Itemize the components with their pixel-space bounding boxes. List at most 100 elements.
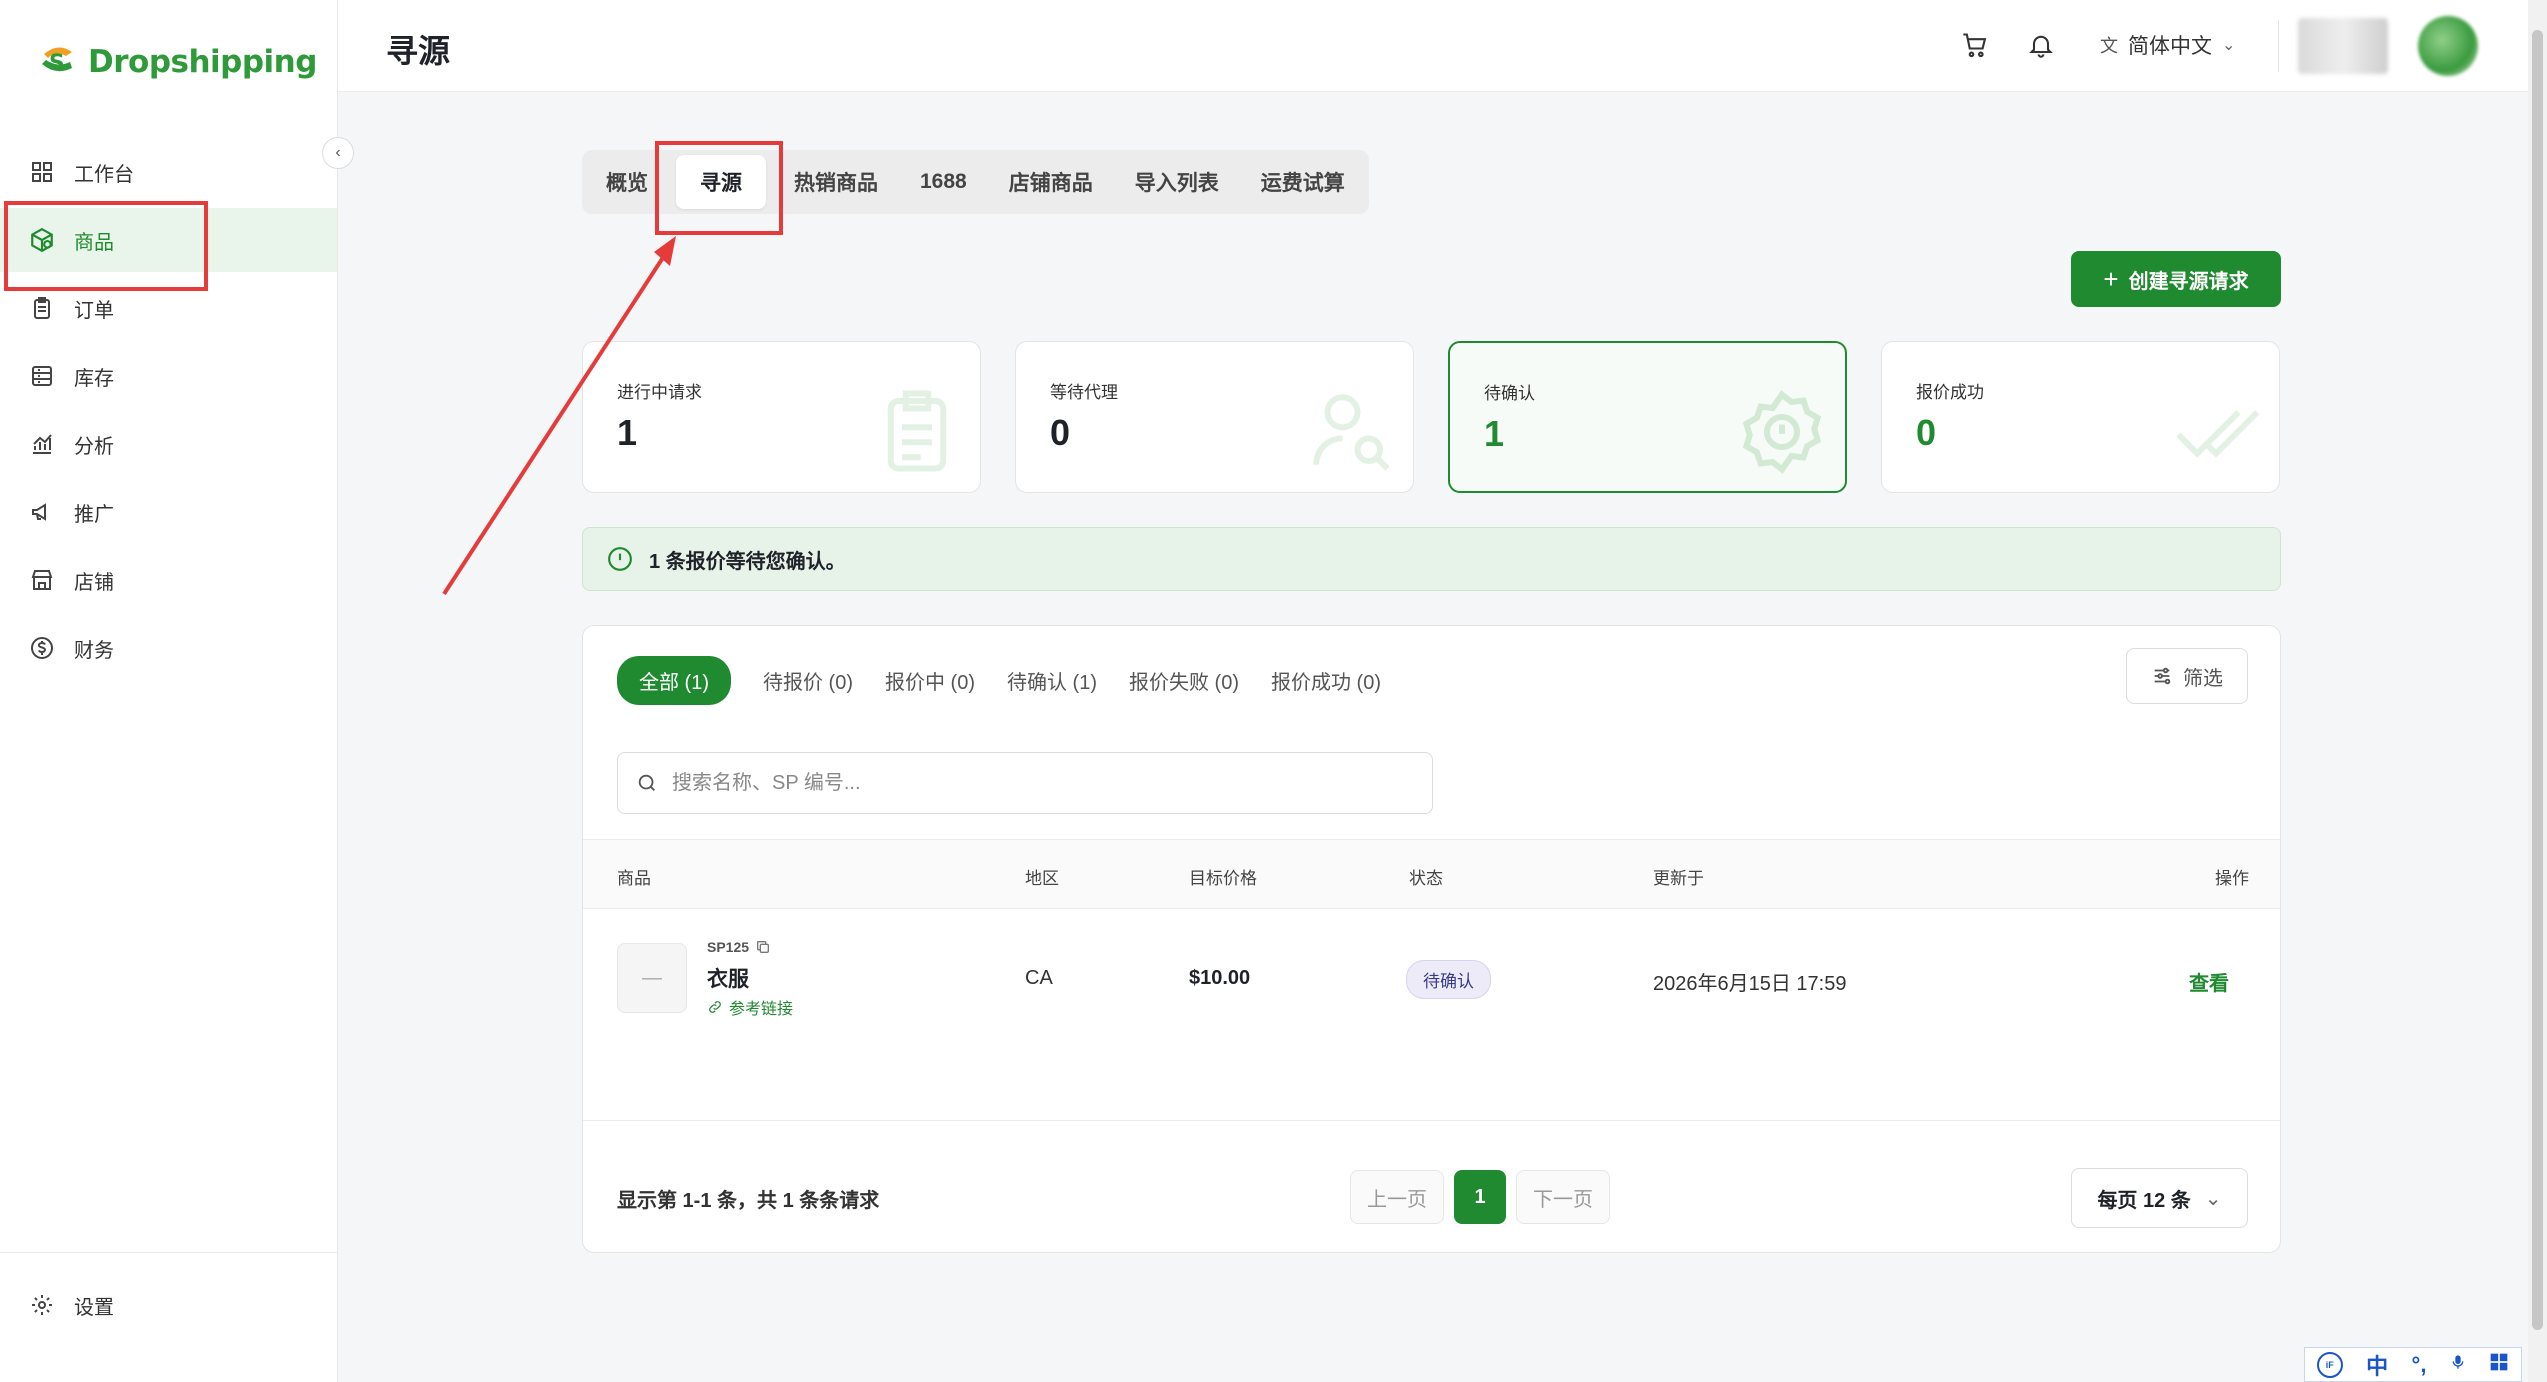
stat-label: 等待代理 <box>1050 383 1118 402</box>
sidebar-item-label: 订单 <box>74 299 114 322</box>
filter-pending-confirm[interactable]: 待确认 (1) <box>1007 656 1097 705</box>
column-header-region: 地区 <box>1025 869 1059 888</box>
tab-import-list[interactable]: 导入列表 <box>1121 155 1233 209</box>
badge-alert-icon <box>1742 390 1822 474</box>
microphone-icon[interactable] <box>2450 1352 2466 1378</box>
prev-page-button[interactable]: 上一页 <box>1350 1170 1444 1224</box>
stat-card-pending-confirm[interactable]: 待确认 1 <box>1448 341 1847 493</box>
brand-logo[interactable]: S Dropshipping <box>36 40 317 84</box>
ime-menu-icon[interactable] <box>2489 1352 2509 1378</box>
collapse-sidebar-button[interactable]: ‹ <box>322 137 354 169</box>
tab-hot-products[interactable]: 热销商品 <box>780 155 892 209</box>
dashboard-icon <box>28 158 56 186</box>
sidebar-item-label: 推广 <box>74 503 114 526</box>
next-page-button[interactable]: 下一页 <box>1516 1170 1610 1224</box>
user-name-blurred[interactable] <box>2298 18 2388 74</box>
filter-button[interactable]: 筛选 <box>2126 648 2248 704</box>
sidebar-footer: 设置 <box>0 1252 337 1341</box>
sliders-icon <box>2154 667 2171 685</box>
chevron-down-icon: ⌄ <box>2222 37 2236 54</box>
sp-code-text: SP125 <box>707 939 750 955</box>
megaphone-icon <box>28 498 56 526</box>
per-page-label: 每页 12 条 <box>2097 1189 2191 1212</box>
target-price-cell: $10.00 <box>1189 967 1251 989</box>
column-header-target-price: 目标价格 <box>1189 869 1257 888</box>
column-header-updated: 更新于 <box>1653 869 1704 888</box>
stat-card-quote-success[interactable]: 报价成功 0 <box>1881 341 2280 493</box>
page-title: 寻源 <box>386 33 451 69</box>
stat-card-waiting-agent[interactable]: 等待代理 0 <box>1015 341 1414 493</box>
filter-all[interactable]: 全部 (1) <box>617 656 731 705</box>
sidebar-item-promotion[interactable]: 推广 <box>0 480 337 544</box>
tab-1688[interactable]: 1688 <box>906 158 981 206</box>
stat-value: 0 <box>1916 412 1937 453</box>
avatar[interactable] <box>2418 16 2478 76</box>
bell-icon[interactable] <box>2024 28 2058 62</box>
ime-logo-icon[interactable]: iF <box>2316 1351 2343 1378</box>
sidebar-item-label: 工作台 <box>74 163 134 186</box>
cart-icon[interactable] <box>1958 28 1992 62</box>
chevron-left-icon: ‹ <box>335 144 341 161</box>
sp-code: SP125 <box>707 939 771 955</box>
inventory-icon <box>28 362 56 390</box>
analytics-chart-icon <box>28 430 56 458</box>
user-search-icon <box>1313 394 1390 471</box>
ime-mode[interactable]: 中 <box>2366 1349 2388 1381</box>
ime-toolbar[interactable]: iF 中 °, <box>2304 1347 2522 1382</box>
language-label: 简体中文 <box>2128 35 2212 58</box>
create-sourcing-request-button[interactable]: + 创建寻源请求 <box>2071 251 2281 307</box>
reference-link[interactable]: 参考链接 <box>707 995 793 1019</box>
per-page-select[interactable]: 每页 12 条 ⌄ <box>2071 1168 2248 1228</box>
status-filters: 全部 (1) 待报价 (0) 报价中 (0) 待确认 (1) 报价失败 (0) … <box>617 656 1381 705</box>
sidebar-item-finance[interactable]: 财务 <box>0 616 337 680</box>
tab-shipping-calculator[interactable]: 运费试算 <box>1247 155 1359 209</box>
filter-quote-failed[interactable]: 报价失败 (0) <box>1129 656 1239 705</box>
highlight-box-products <box>4 201 208 291</box>
tab-store-products[interactable]: 店铺商品 <box>995 155 1107 209</box>
search-input[interactable] <box>672 771 1392 795</box>
search-icon <box>638 774 655 791</box>
filter-quote-success[interactable]: 报价成功 (0) <box>1271 656 1381 705</box>
svg-text:S: S <box>49 51 65 76</box>
link-icon <box>709 1001 721 1013</box>
page-number-current[interactable]: 1 <box>1454 1170 1506 1224</box>
stat-label: 待确认 <box>1484 384 1535 403</box>
highlight-box-sourcing-tab <box>655 141 783 235</box>
logo-icon: S <box>36 40 80 84</box>
dollar-circle-icon <box>28 634 56 662</box>
filter-quoting[interactable]: 报价中 (0) <box>885 656 975 705</box>
scrollbar-thumb[interactable] <box>2532 30 2543 1330</box>
gear-icon <box>28 1291 56 1319</box>
language-selector[interactable]: 文 简体中文 ⌄ <box>2100 30 2235 60</box>
scrollbar[interactable] <box>2528 0 2547 1382</box>
sidebar-item-label: 分析 <box>74 435 114 458</box>
sidebar-item-inventory[interactable]: 库存 <box>0 344 337 408</box>
view-link[interactable]: 查看 <box>2189 967 2229 996</box>
column-header-actions: 操作 <box>2215 869 2249 888</box>
copy-icon[interactable] <box>755 939 771 955</box>
annotation-arrow <box>442 236 676 596</box>
sidebar-item-analytics[interactable]: 分析 <box>0 412 337 476</box>
clipboard-icon <box>887 390 947 472</box>
sidebar-item-label: 设置 <box>74 1296 114 1319</box>
filter-button-label: 筛选 <box>2183 667 2223 690</box>
sidebar-item-store[interactable]: 店铺 <box>0 548 337 612</box>
updated-cell: 2026年6月15日 17:59 <box>1653 973 1847 995</box>
region-cell: CA <box>1025 967 1053 989</box>
sidebar-item-label: 店铺 <box>74 571 114 594</box>
table-row[interactable]: — SP125 衣服 参考链接 CA $10.00 待确认 2026年6月15日… <box>583 909 2280 1121</box>
tab-overview[interactable]: 概览 <box>592 155 662 209</box>
product-thumbnail: — <box>617 943 687 1013</box>
reference-link-label: 参考链接 <box>729 1001 794 1018</box>
ime-punctuation-icon[interactable]: °, <box>2412 1352 2427 1378</box>
filter-awaiting-quote[interactable]: 待报价 (0) <box>763 656 853 705</box>
sidebar-item-settings[interactable]: 设置 <box>0 1273 337 1337</box>
plus-icon: + <box>2103 263 2119 294</box>
pagination: 上一页 1 下一页 <box>1350 1170 1610 1224</box>
product-name: 衣服 <box>707 968 749 991</box>
sourcing-requests-panel: 全部 (1) 待报价 (0) 报价中 (0) 待确认 (1) 报价失败 (0) … <box>582 625 2281 1253</box>
stat-value: 0 <box>1050 412 1071 453</box>
column-header-status: 状态 <box>1409 869 1443 888</box>
search-box[interactable] <box>617 752 1433 814</box>
sidebar-item-workbench[interactable]: 工作台 <box>0 140 337 204</box>
